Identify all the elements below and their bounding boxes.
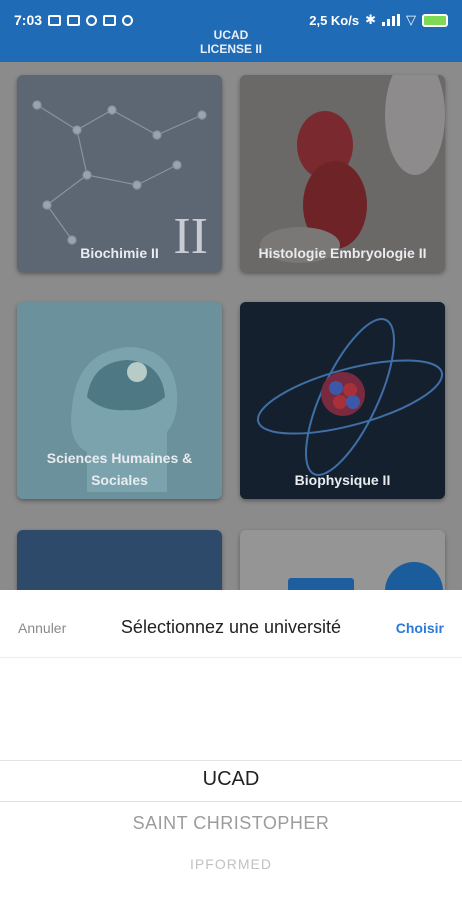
network-speed: 2,5 Ko/s xyxy=(309,12,360,28)
picker-option[interactable]: IPFORMED xyxy=(0,856,462,872)
course-label: Sciences Humaines & Sociales xyxy=(46,450,193,488)
university-wheel[interactable]: UCAD SAINT CHRISTOPHER IPFORMED xyxy=(0,658,462,900)
app-p-icon xyxy=(86,14,98,26)
picker-option-selected[interactable]: UCAD xyxy=(0,768,462,791)
course-card-biochimie[interactable]: II Biochimie II xyxy=(17,75,222,272)
course-label: Histologie Embryologie II xyxy=(258,245,427,261)
battery-icon xyxy=(422,13,448,27)
course-card-sciences-humaines[interactable]: Sciences Humaines & Sociales xyxy=(17,302,222,499)
app-title: UCAD LICENSE II xyxy=(0,28,462,56)
picker-title: Sélectionnez une université xyxy=(120,617,342,637)
course-card-histologie[interactable]: Histologie Embryologie II xyxy=(240,75,445,272)
app-p-icon-2 xyxy=(122,14,134,26)
app-title-main: UCAD xyxy=(213,28,249,42)
bluetooth-icon: ✱ xyxy=(365,12,376,27)
notification-icon xyxy=(48,14,62,26)
university-picker-sheet: Annuler Sélectionnez une université Choi… xyxy=(0,590,462,900)
course-label: Biophysique II xyxy=(294,472,391,488)
app-bar: 7:03 2,5 Ko/s ✱ ▽ UCAD LICENSE II xyxy=(0,0,462,62)
course-card-biophysique[interactable]: Biophysique II xyxy=(240,302,445,499)
mail-icon xyxy=(67,14,81,26)
app-title-sub: LICENSE II xyxy=(199,42,262,56)
signal-icon xyxy=(382,14,400,26)
course-label: Biochimie II xyxy=(80,245,159,261)
status-time: 7:03 xyxy=(14,12,43,28)
choose-button[interactable]: Choisir xyxy=(396,620,444,636)
picker-header: Annuler Sélectionnez une université Choi… xyxy=(0,590,462,658)
picker-option[interactable]: SAINT CHRISTOPHER xyxy=(0,813,462,834)
wifi-icon: ▽ xyxy=(406,12,416,27)
status-bar-right: 2,5 Ko/s ✱ ▽ xyxy=(309,12,448,28)
course-grid: II Biochimie II Histologie Embryologie I… xyxy=(0,62,462,620)
status-bar-left: 7:03 xyxy=(14,12,134,28)
trash-icon xyxy=(103,14,117,26)
